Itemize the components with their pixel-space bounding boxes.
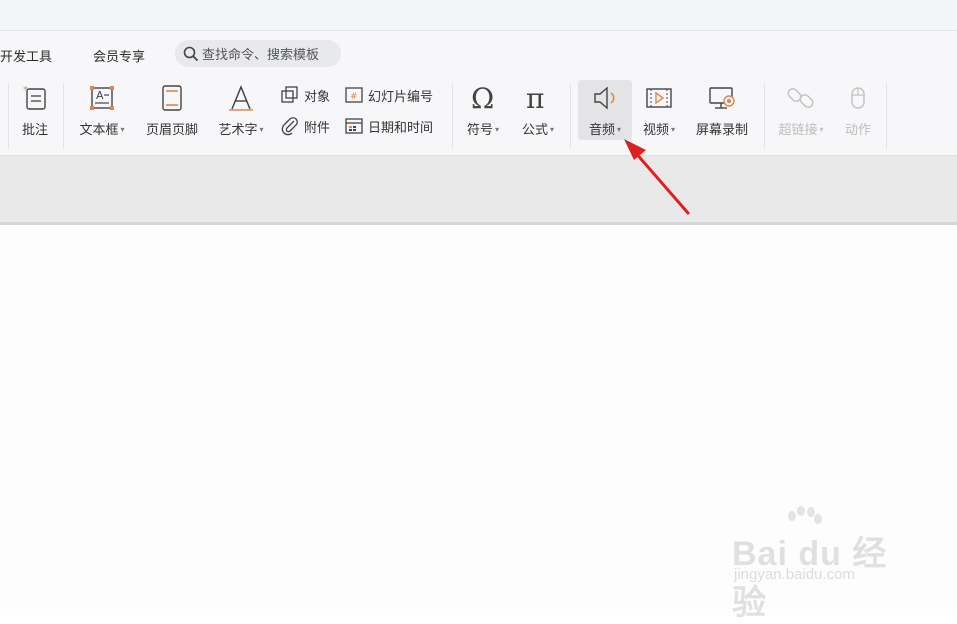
object-icon (281, 86, 298, 103)
svg-text:π: π (526, 83, 544, 113)
divider (764, 83, 765, 149)
action-label: 动作 (844, 123, 871, 138)
art-text-label: 艺术字 (218, 123, 258, 138)
paperclip-icon (281, 117, 298, 136)
textbox-icon: A (90, 86, 114, 110)
link-icon (787, 87, 814, 109)
slide-number-button[interactable]: # 幻灯片编号 (344, 85, 433, 105)
symbol-label: 符号 (466, 123, 493, 138)
textbox-label: 文本框 (79, 123, 119, 138)
chevron-down-icon: ▾ (495, 125, 500, 134)
formula-label: 公式 (521, 123, 548, 138)
date-time-button[interactable]: 日期和时间 (344, 116, 433, 136)
video-icon (646, 88, 672, 108)
attachment-button[interactable]: 附件 (280, 116, 330, 136)
comment-icon: * (23, 85, 46, 110)
divider (452, 83, 453, 149)
art-text-icon (229, 85, 253, 111)
object-label: 对象 (304, 89, 331, 105)
search-icon (183, 46, 199, 61)
title-bar (0, 0, 957, 31)
speaker-icon (594, 86, 615, 110)
calendar-icon (345, 118, 363, 134)
divider (570, 83, 571, 149)
hyperlink-label: 超链接 (778, 123, 818, 138)
slide-number-label: 幻灯片编号 (368, 89, 434, 105)
textbox-button[interactable]: A 文本框 ▾ (72, 83, 132, 138)
chevron-down-icon: ▾ (819, 125, 824, 134)
svg-text:#: # (350, 92, 358, 102)
screen-record-icon (709, 87, 735, 109)
search-placeholder: 查找命令、搜索模板 (202, 48, 320, 63)
attachment-label: 附件 (304, 120, 331, 136)
chevron-down-icon: ▾ (550, 125, 555, 134)
slide-number-icon: # (345, 87, 363, 103)
tab-dev-tools[interactable]: 开发工具 (0, 46, 52, 65)
header-footer-button[interactable]: 页眉页脚 (141, 83, 203, 138)
svg-text:A: A (96, 89, 104, 102)
omega-icon: Ω (471, 83, 494, 113)
date-time-label: 日期和时间 (368, 120, 434, 136)
action-button[interactable]: 动作 (838, 83, 878, 138)
art-text-button[interactable]: 艺术字 ▾ (212, 83, 270, 138)
baidu-watermark: Bai du 经验 jingyan.baidu.com (732, 506, 922, 622)
mouse-icon (851, 87, 865, 109)
workspace-band (0, 156, 957, 225)
comment-label: 批注 (21, 123, 48, 138)
object-button[interactable]: 对象 (280, 85, 330, 105)
divider (63, 83, 64, 149)
hyperlink-button[interactable]: 超链接 ▾ (772, 83, 830, 138)
header-footer-label: 页眉页脚 (145, 123, 198, 138)
annotation-arrow (624, 139, 690, 215)
comment-button[interactable]: * 批注 (16, 83, 54, 138)
chevron-down-icon: ▾ (259, 125, 264, 134)
header-footer-icon (162, 85, 182, 111)
tab-member[interactable]: 会员专享 (93, 46, 145, 65)
divider (8, 83, 9, 149)
divider (886, 83, 887, 149)
insert-ribbon: * 批注 A 文本框 ▾ 页眉页脚 艺术字 ▾ 对象 附件 # 幻灯片编号 日期… (0, 77, 957, 156)
pi-icon: π (526, 83, 544, 113)
formula-button[interactable]: π 公式 ▾ (515, 83, 561, 138)
watermark-site: jingyan.baidu.com (734, 566, 855, 583)
chevron-down-icon: ▾ (120, 125, 125, 134)
symbol-button[interactable]: Ω 符号 ▾ (460, 83, 506, 138)
menu-tab-row: 开发工具 会员专享 (0, 31, 957, 77)
svg-text:Ω: Ω (471, 83, 494, 113)
search-box[interactable]: 查找命令、搜索模板 (175, 40, 341, 67)
